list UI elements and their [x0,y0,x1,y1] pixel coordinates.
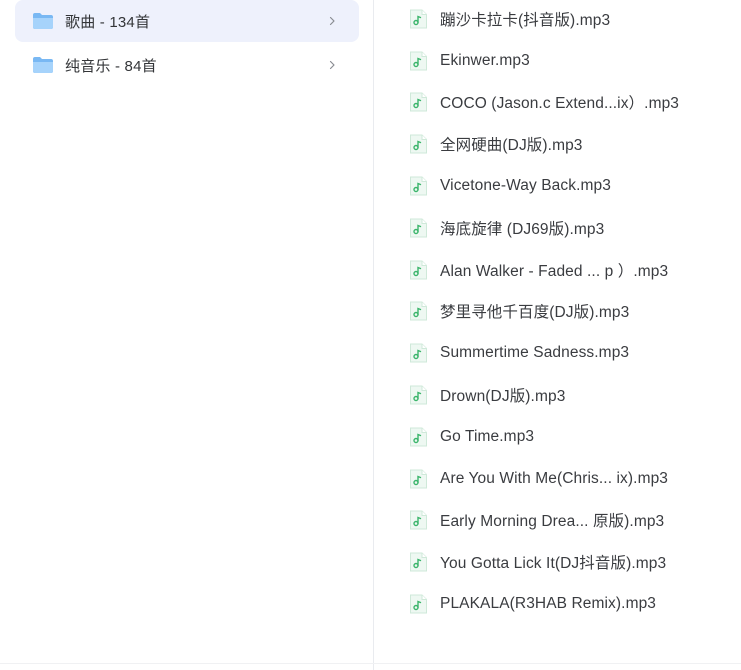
file-list-item[interactable]: Are You With Me(Chris... ix).mp3 [409,457,739,501]
music-file-icon [410,343,427,363]
file-name: PLAKALA(R3HAB Remix).mp3 [440,595,657,613]
folder-item-instrumental[interactable]: 纯音乐 - 84首 [15,44,359,86]
music-file-icon [410,176,427,196]
music-file-icon [410,301,427,321]
file-name: 蹦沙卡拉卡(抖音版).mp3 [440,11,611,29]
music-file-icon [410,385,427,405]
file-name: 海底旋律 (DJ69版).mp3 [440,220,605,238]
folder-icon [33,13,53,29]
file-list-item[interactable]: Summertime Sadness.mp3 [409,331,739,375]
music-file-icon [410,218,427,238]
bottom-divider [0,663,741,664]
music-file-icon [410,51,427,71]
file-list-item[interactable]: Drown(DJ版).mp3 [409,373,739,417]
file-name: Ekinwer.mp3 [440,51,530,69]
chevron-right-icon [329,16,335,26]
file-name: Alan Walker - Faded ... p ）.mp3 [440,262,669,280]
file-name: COCO (Jason.c Extend...ix）.mp3 [440,95,680,113]
folder-pane: 歌曲 - 134首 纯音乐 - 84首 [0,0,374,670]
chevron-right-icon [329,60,335,70]
file-list-item[interactable]: Go Time.mp3 [409,415,739,459]
music-file-icon [410,427,427,447]
file-list-item[interactable]: 全网硬曲(DJ版).mp3 [409,122,739,166]
file-list-item[interactable]: Ekinwer.mp3 [409,39,739,83]
file-name: Early Morning Drea... 原版).mp3 [440,513,665,531]
file-list-item[interactable]: You Gotta Lick It(DJ抖音版).mp3 [409,540,739,584]
file-name: Are You With Me(Chris... ix).mp3 [440,469,669,487]
folder-item-songs[interactable]: 歌曲 - 134首 [15,0,359,42]
folder-icon [33,57,53,73]
music-file-icon [410,260,427,280]
file-name: Drown(DJ版).mp3 [440,388,566,406]
music-file-icon [410,134,427,154]
file-list-item[interactable]: Vicetone-Way Back.mp3 [409,164,739,208]
file-name: Vicetone-Way Back.mp3 [440,177,611,195]
music-file-icon [410,552,427,572]
file-list-item[interactable]: COCO (Jason.c Extend...ix）.mp3 [409,81,739,125]
file-name: You Gotta Lick It(DJ抖音版).mp3 [440,555,667,573]
file-list-item[interactable]: 海底旋律 (DJ69版).mp3 [409,206,739,250]
file-list-item[interactable]: 蹦沙卡拉卡(抖音版).mp3 [409,0,739,41]
file-list-item[interactable]: Alan Walker - Faded ... p ）.mp3 [409,248,739,292]
file-name: 全网硬曲(DJ版).mp3 [440,137,583,155]
file-list: 蹦沙卡拉卡(抖音版).mp3 Ekinwer.mp3 COCO (Jason.c… [409,0,739,626]
file-name: Go Time.mp3 [440,427,535,445]
file-list-item[interactable]: Early Morning Drea... 原版).mp3 [409,499,739,543]
file-pane: 蹦沙卡拉卡(抖音版).mp3 Ekinwer.mp3 COCO (Jason.c… [375,0,741,670]
music-file-icon [410,594,427,614]
music-file-icon [410,9,427,29]
file-name: 梦里寻他千百度(DJ版).mp3 [440,304,630,322]
folder-label: 纯音乐 - 84首 [65,57,157,75]
file-list-item[interactable]: 梦里寻他千百度(DJ版).mp3 [409,290,739,334]
file-list-item[interactable]: PLAKALA(R3HAB Remix).mp3 [409,582,739,626]
music-file-icon [410,510,427,530]
music-file-icon [410,92,427,112]
folder-list: 歌曲 - 134首 纯音乐 - 84首 [15,0,359,88]
music-file-icon [410,469,427,489]
file-browser: 歌曲 - 134首 纯音乐 - 84首 蹦沙卡拉卡(抖音版).mp3 Ekinw… [0,0,741,670]
file-name: Summertime Sadness.mp3 [440,344,630,362]
folder-label: 歌曲 - 134首 [65,13,151,31]
